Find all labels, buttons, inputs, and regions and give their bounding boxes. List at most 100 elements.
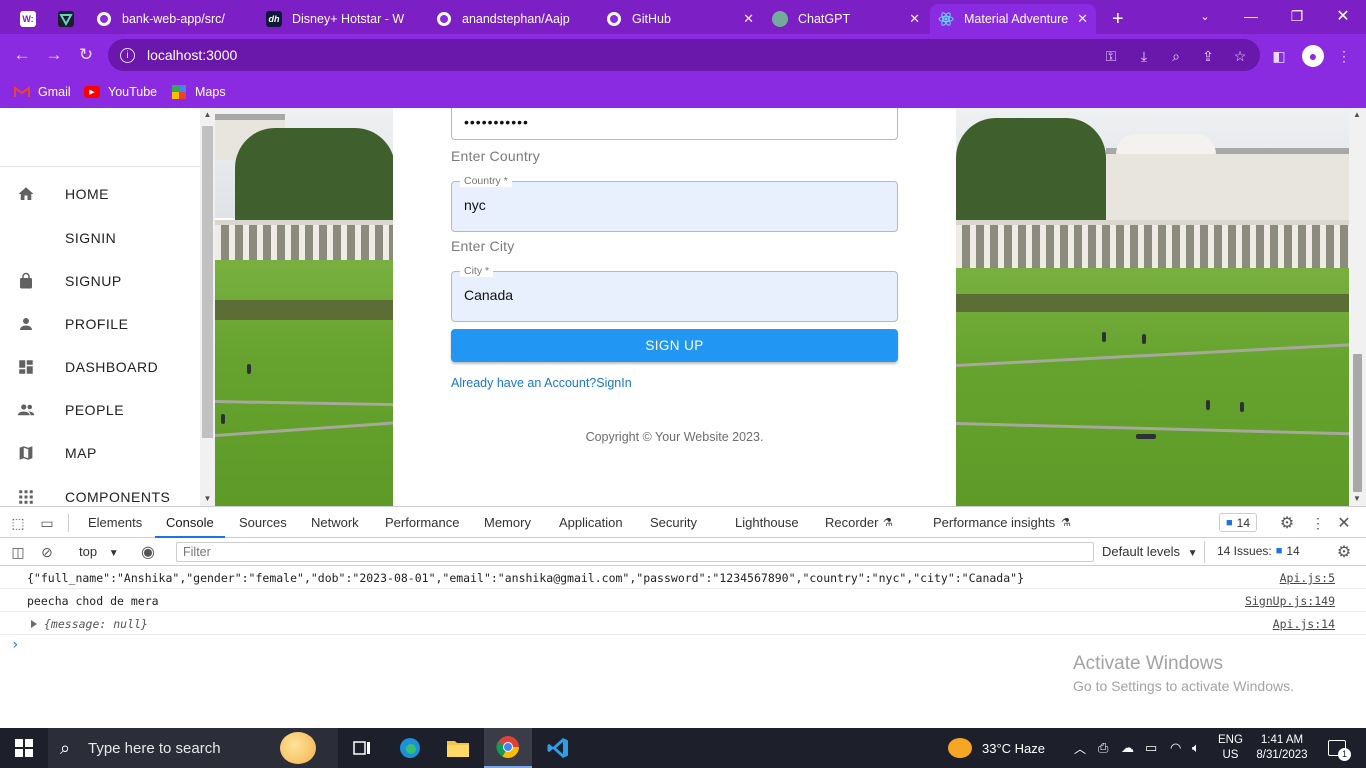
devtools-tab-elements[interactable]: Elements	[88, 515, 142, 530]
log-source-link[interactable]: Api.js:5	[1280, 571, 1335, 585]
issues-counter[interactable]: 14 Issues: ■ 14	[1211, 541, 1306, 560]
bookmark-youtube[interactable]: ▶ YouTube	[84, 82, 157, 102]
taskbar-search-box[interactable]: ⌕ Type here to search	[48, 728, 338, 768]
task-view-icon[interactable]	[338, 728, 386, 768]
wifi-icon[interactable]: ◠	[1170, 728, 1181, 768]
language-indicator[interactable]: ENG US	[1218, 728, 1243, 768]
devtools-tab-recorder[interactable]: Recorder	[825, 515, 878, 530]
meet-now-icon[interactable]: ⎙	[1098, 728, 1108, 768]
bookmark-star-icon[interactable]: ☆	[1231, 47, 1249, 65]
settings-gear-icon[interactable]: ⚙	[1278, 514, 1296, 532]
weather-widget[interactable]: 33°C Haze	[948, 728, 1045, 768]
page-scroll-down-icon[interactable]: ▼	[1353, 494, 1361, 503]
back-icon[interactable]: ←	[10, 43, 34, 67]
show-hidden-icons-chevron-icon[interactable]: ︿	[1074, 728, 1086, 768]
sidebar-toggle-icon[interactable]: ◫	[9, 543, 27, 561]
live-expression-eye-icon[interactable]: ◉	[139, 543, 157, 561]
signup-button[interactable]: SIGN UP	[451, 329, 898, 362]
vscode-icon[interactable]	[534, 728, 582, 768]
reload-icon[interactable]: ↻	[74, 43, 98, 67]
sidebar-item-components[interactable]: COMPONENTS	[0, 482, 200, 506]
bookmark-maps[interactable]: Maps	[171, 82, 226, 102]
devtools-tab-network[interactable]: Network	[311, 515, 359, 530]
side-panel-icon[interactable]: ◧	[1270, 47, 1288, 65]
log-source-link[interactable]: Api.js:14	[1273, 617, 1335, 631]
city-field[interactable]: City * Canada	[451, 265, 898, 322]
device-toolbar-icon[interactable]: ▭	[38, 514, 56, 532]
sidebar-item-dashboard[interactable]: DASHBOARD	[0, 352, 200, 382]
devtools-tab-performance-insights[interactable]: Performance insights	[933, 515, 1055, 530]
close-tab-icon[interactable]: ✕	[1077, 11, 1088, 27]
tab-pinned-1[interactable]: W:	[12, 4, 44, 34]
console-filter-input[interactable]: Filter	[176, 542, 1094, 562]
address-bar[interactable]: i localhost:3000	[108, 39, 1260, 71]
close-window-button[interactable]: ✕	[1320, 0, 1366, 32]
notification-center-icon[interactable]: 1	[1322, 728, 1352, 768]
clock[interactable]: 1:41 AM 8/31/2023	[1252, 728, 1312, 768]
devtools-tab-memory[interactable]: Memory	[484, 515, 531, 530]
devtools-tab-application[interactable]: Application	[559, 515, 623, 530]
inspect-element-icon[interactable]: ⬚	[9, 514, 27, 532]
file-explorer-icon[interactable]	[434, 728, 482, 768]
zoom-icon[interactable]: ⌕	[1167, 47, 1185, 65]
country-field[interactable]: Country * nyc	[451, 175, 898, 232]
devtools-tab-performance[interactable]: Performance	[385, 515, 459, 530]
key-icon[interactable]: ⚿	[1102, 47, 1120, 65]
tab-bank-web-app[interactable]: bank-web-app/src/	[88, 4, 256, 34]
forward-icon[interactable]: →	[42, 43, 66, 67]
signin-link[interactable]: Already have an Account?SignIn	[451, 376, 632, 390]
page-scrollbar[interactable]: ▲ ▼	[1349, 108, 1366, 506]
restore-button[interactable]: ❐	[1274, 0, 1320, 32]
console-settings-gear-icon[interactable]: ⚙	[1335, 543, 1353, 561]
console-log-row[interactable]: {message: null} Api.js:14	[0, 612, 1366, 635]
messages-badge[interactable]: ■ 14	[1219, 513, 1258, 532]
close-tab-icon[interactable]: ✕	[743, 11, 754, 27]
tab-search-icon[interactable]: ⌄	[1182, 0, 1228, 32]
expand-triangle-icon[interactable]	[31, 620, 37, 628]
volume-icon[interactable]: 🔈︎	[1192, 728, 1200, 768]
devtools-tab-sources[interactable]: Sources	[239, 515, 287, 530]
sidebar-item-profile[interactable]: PROFILE	[0, 309, 200, 339]
sidebar-item-home[interactable]: HOME	[0, 179, 200, 209]
tab-hotstar[interactable]: dh Disney+ Hotstar - W	[258, 4, 426, 34]
profile-avatar-icon[interactable]: ●	[1302, 45, 1324, 67]
sidebar-scrollbar[interactable]: ▲ ▼	[200, 108, 215, 506]
install-icon[interactable]: ⤓	[1135, 47, 1153, 65]
context-selector[interactable]: top ▼	[79, 544, 119, 559]
sidebar-item-signup[interactable]: SIGNUP	[0, 266, 200, 296]
chrome-icon[interactable]	[484, 728, 532, 768]
devtools-tab-security[interactable]: Security	[650, 515, 697, 530]
close-devtools-icon[interactable]: ✕	[1335, 514, 1353, 532]
tab-pinned-2[interactable]	[50, 4, 82, 34]
start-button[interactable]	[0, 728, 48, 768]
devtools-menu-icon[interactable]: ⋮	[1309, 514, 1327, 532]
tab-chatgpt[interactable]: ChatGPT ✕	[764, 4, 928, 34]
log-levels-dropdown[interactable]: Default levels ▼	[1102, 544, 1198, 559]
bookmark-gmail[interactable]: Gmail	[14, 82, 71, 102]
battery-icon[interactable]: ▭	[1145, 728, 1157, 768]
devtools-tab-lighthouse[interactable]: Lighthouse	[735, 515, 799, 530]
minimize-button[interactable]: —	[1228, 0, 1274, 32]
scroll-up-arrow-icon[interactable]: ▲	[203, 110, 212, 119]
sidebar-scroll-thumb[interactable]	[202, 126, 213, 438]
log-source-link[interactable]: SignUp.js:149	[1245, 594, 1335, 608]
close-tab-icon[interactable]: ✕	[909, 11, 920, 27]
sidebar-item-map[interactable]: MAP	[0, 438, 200, 468]
sidebar-item-people[interactable]: PEOPLE	[0, 395, 200, 425]
console-prompt-chevron-icon[interactable]: ›	[11, 637, 19, 653]
clear-console-icon[interactable]: ⊘	[38, 543, 56, 561]
page-scroll-up-icon[interactable]: ▲	[1353, 110, 1361, 119]
menu-kebab-icon[interactable]: ⋮	[1335, 47, 1353, 65]
share-icon[interactable]: ⇪	[1199, 47, 1217, 65]
tab-material-adventure[interactable]: Material Adventure ✕	[930, 4, 1096, 34]
site-info-icon[interactable]: i	[120, 47, 135, 63]
devtools-tab-console[interactable]: Console	[166, 515, 214, 530]
edge-icon[interactable]	[386, 728, 434, 768]
sidebar-item-signin[interactable]: SIGNIN	[0, 223, 200, 253]
onedrive-cloud-icon[interactable]: ☁	[1121, 728, 1134, 768]
scroll-down-arrow-icon[interactable]: ▼	[203, 494, 212, 503]
tab-anandstephan[interactable]: anandstephan/Aajp	[428, 4, 596, 34]
page-scroll-thumb[interactable]	[1353, 354, 1362, 492]
new-tab-button[interactable]: +	[1104, 4, 1134, 34]
password-field[interactable]: •••••••••••	[451, 108, 898, 140]
